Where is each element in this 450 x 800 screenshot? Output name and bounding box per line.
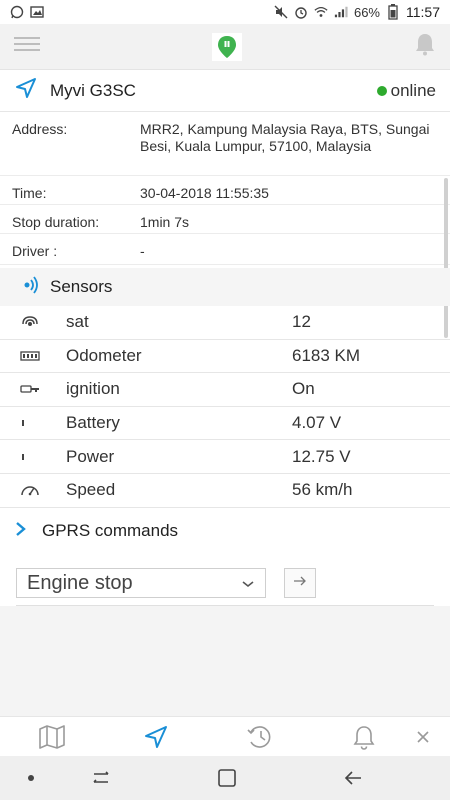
info-row-address: Address: MRR2, Kampung Malaysia Raya, BT… (0, 112, 450, 176)
battery-status-icon (386, 4, 400, 20)
sensor-row: ignition On (0, 373, 450, 407)
signal-icon (334, 5, 348, 19)
device-name: Myvi G3SC (50, 80, 136, 100)
app-logo-icon (212, 32, 242, 61)
sensor-value: 12.75 V (292, 446, 351, 466)
close-icon[interactable] (408, 723, 438, 751)
battery-icon (20, 413, 46, 433)
sensor-value: 12 (292, 312, 311, 332)
send-command-button[interactable] (284, 568, 316, 598)
power-icon (20, 447, 46, 467)
gallery-icon (30, 5, 44, 19)
sensors-title: Sensors (50, 277, 113, 296)
sensor-name: Speed (66, 480, 116, 500)
sensor-row: Speed 56 km/h (0, 474, 450, 508)
sensor-value: 6183 KM (292, 345, 361, 365)
command-selected-value: Engine stop (27, 571, 133, 594)
info-value: 1min 7s (140, 214, 190, 230)
sensor-row: Battery 4.07 V (0, 407, 450, 441)
chevron-right-icon (14, 521, 28, 542)
status-bar-right: 66% 11:57 (274, 4, 440, 20)
back-icon[interactable] (340, 766, 366, 790)
status-bar: 66% 11:57 (0, 0, 450, 24)
sensor-row: sat 12 (0, 306, 450, 340)
info-value: - (140, 243, 145, 259)
status-time: 11:57 (406, 4, 440, 20)
mute-icon (274, 5, 288, 19)
history-icon[interactable] (245, 723, 275, 751)
alerts-bell-icon[interactable] (349, 723, 379, 751)
info-label: Address: (12, 121, 68, 137)
command-select[interactable]: Engine stop (16, 568, 266, 598)
sensor-value: On (292, 379, 315, 399)
empty-area (0, 606, 450, 716)
sensor-row: Odometer 6183 KM (0, 340, 450, 374)
map-icon[interactable] (37, 723, 67, 751)
app-bar (0, 24, 450, 70)
recent-apps-icon[interactable] (88, 766, 114, 790)
sensor-value: 4.07 V (292, 413, 342, 433)
gprs-commands-header[interactable]: GPRS commands (0, 512, 450, 550)
sensor-name: Odometer (66, 345, 142, 365)
odometer-icon (20, 346, 46, 366)
system-nav-bar (0, 756, 450, 800)
command-area: Engine stop (0, 560, 450, 606)
status-bar-left (10, 5, 44, 19)
sensor-name: Battery (66, 413, 120, 433)
device-info: Address: MRR2, Kampung Malaysia Raya, BT… (0, 112, 450, 265)
chevron-down-icon (241, 572, 255, 595)
navigation-tab-icon[interactable] (141, 723, 171, 751)
arrow-right-icon (293, 574, 307, 592)
battery-percent: 66% (353, 4, 380, 20)
sensor-list: sat 12 Odometer 6183 KM ignition On Batt… (0, 306, 450, 508)
info-label: Time: (12, 185, 47, 201)
online-label: online (390, 80, 436, 100)
gprs-title: GPRS commands (42, 521, 179, 540)
info-row-driver: Driver : - (0, 234, 450, 265)
sensors-signal-icon (20, 275, 40, 300)
sensor-name: sat (66, 312, 89, 332)
notifications-bell-icon[interactable] (414, 32, 436, 61)
sensors-header[interactable]: Sensors (0, 268, 450, 306)
menu-icon[interactable] (14, 35, 40, 58)
navigation-arrow-icon (14, 76, 38, 105)
online-status: online (376, 80, 436, 101)
info-value: MRR2, Kampung Malaysia Raya, BTS, Sungai… (140, 121, 430, 154)
sensor-row: Power 12.75 V (0, 440, 450, 474)
online-dot-icon (376, 85, 387, 96)
info-label: Driver : (12, 243, 58, 259)
device-header: Myvi G3SC online (0, 70, 450, 112)
key-icon (20, 379, 46, 399)
speedometer-icon (20, 480, 46, 500)
dot-icon (18, 766, 44, 790)
satellite-icon (20, 312, 46, 332)
info-row-time: Time: 30-04-2018 11:55:35 (0, 176, 450, 205)
whatsapp-icon (10, 5, 24, 19)
wifi-icon (314, 5, 328, 19)
sensor-name: ignition (66, 379, 120, 399)
home-icon[interactable] (214, 766, 240, 790)
info-label: Stop duration: (12, 214, 100, 230)
sensor-value: 56 km/h (292, 480, 353, 500)
info-row-stop-duration: Stop duration: 1min 7s (0, 205, 450, 234)
bottom-nav (0, 716, 450, 756)
alarm-icon (294, 5, 308, 19)
info-value: 30-04-2018 11:55:35 (140, 185, 269, 201)
sensor-name: Power (66, 446, 115, 466)
